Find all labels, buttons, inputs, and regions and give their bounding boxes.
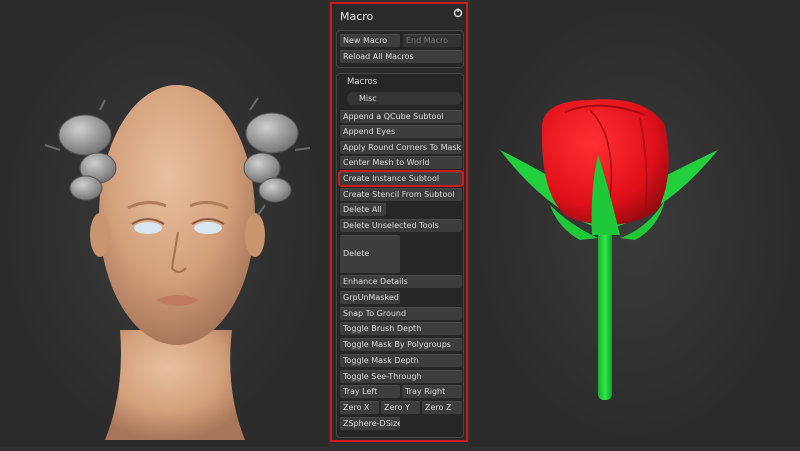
toggle-mask-depth-button[interactable]: Toggle Mask Depth	[340, 354, 462, 367]
create-instance-subtool-button[interactable]: Create Instance Subtool	[338, 170, 464, 187]
zero-y-button[interactable]: Zero Y	[381, 401, 420, 414]
create-stencil-button[interactable]: Create Stencil From Subtool	[340, 188, 462, 201]
macros-header[interactable]: Macros	[347, 77, 377, 87]
toggle-brush-depth-button[interactable]: Toggle Brush Depth	[340, 322, 462, 335]
macro-controls-group: New Macro End Macro Reload All Macros	[336, 30, 464, 68]
zsphere-dsize-button[interactable]: ZSphere-DSize	[340, 417, 400, 430]
end-macro-button[interactable]: End Macro	[403, 34, 461, 47]
macros-group: Macros Misc Append a QCube Subtool Appen…	[336, 73, 464, 438]
append-qcube-button[interactable]: Append a QCube Subtool	[340, 110, 462, 123]
zero-x-button[interactable]: Zero X	[340, 401, 379, 414]
enhance-details-button[interactable]: Enhance Details	[340, 275, 462, 288]
rose-model	[500, 99, 718, 400]
right-viewport	[470, 0, 800, 447]
tray-right-button[interactable]: Tray Right	[402, 385, 462, 398]
center-mesh-button[interactable]: Center Mesh to World	[340, 156, 462, 169]
tray-left-button[interactable]: Tray Left	[340, 385, 400, 398]
left-viewport	[0, 0, 328, 447]
misc-subpalette[interactable]: Misc	[347, 92, 462, 105]
delete-all-button[interactable]: Delete All	[340, 203, 386, 216]
append-eyes-button[interactable]: Append Eyes	[340, 125, 462, 138]
snap-to-ground-button[interactable]: Snap To Ground	[340, 307, 462, 320]
delete-button[interactable]: Delete	[340, 235, 400, 273]
head-model	[44, 85, 311, 440]
toggle-mask-polygroups-button[interactable]: Toggle Mask By Polygroups	[340, 338, 462, 351]
delete-unselected-button[interactable]: Delete Unselected Tools	[340, 219, 462, 232]
new-macro-button[interactable]: New Macro	[340, 34, 400, 47]
toggle-see-through-button[interactable]: Toggle See-Through	[340, 370, 462, 383]
grp-unmasked-button[interactable]: GrpUnMasked	[340, 291, 400, 304]
refresh-icon[interactable]	[453, 8, 463, 18]
macro-panel: Macro New Macro End Macro Reload All Mac…	[330, 2, 468, 442]
reload-all-macros-button[interactable]: Reload All Macros	[340, 50, 462, 63]
apply-round-corners-button[interactable]: Apply Round Corners To Mask	[340, 141, 462, 154]
panel-title: Macro	[340, 10, 374, 23]
zero-z-button[interactable]: Zero Z	[422, 401, 462, 414]
